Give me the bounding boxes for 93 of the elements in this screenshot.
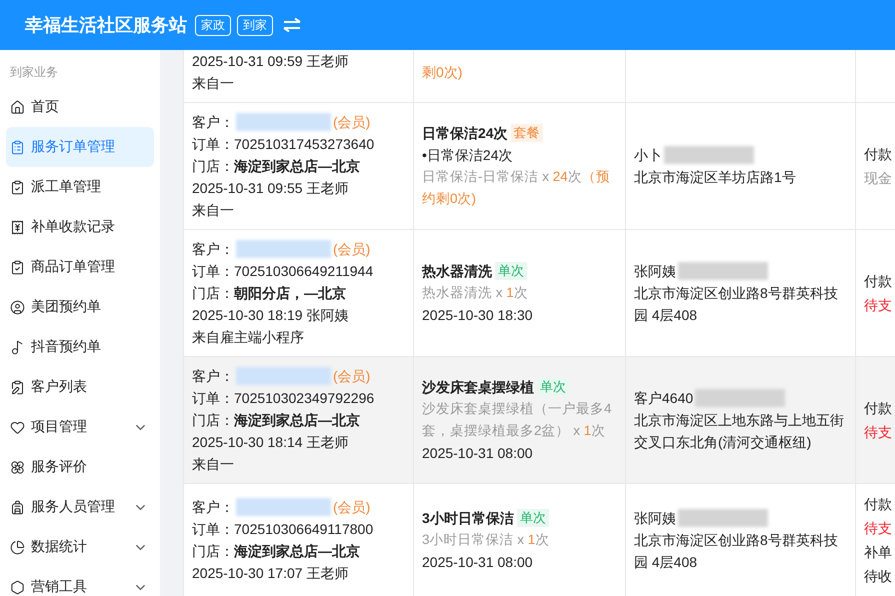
address: 北京市海淀区羊坊店路1号 xyxy=(634,168,797,187)
payment-status: 付款 xyxy=(864,272,893,291)
payment-status: 付款 xyxy=(864,495,893,514)
service-detail: 沙发床套桌摆绿植（一户最多4套，桌摆绿植最多2盆） x 1次 xyxy=(422,400,613,440)
clipboard-icon xyxy=(10,140,25,154)
member-label: (会员) xyxy=(333,113,370,132)
field-label: 客户： xyxy=(192,498,234,517)
created-time: 2025-10-30 18:19 张阿姨 xyxy=(192,306,348,325)
clipboard-check-icon xyxy=(10,260,25,274)
payment-status: 待收 xyxy=(864,567,893,586)
contact-name: 小卜 xyxy=(634,146,662,165)
backpack-icon xyxy=(10,500,25,514)
order-source: 来自雇主端小程序 xyxy=(192,328,304,347)
service-tag: 单次 xyxy=(537,378,569,396)
pie-chart-icon xyxy=(10,540,25,554)
sidebar-item[interactable]: 服务人员管理 xyxy=(6,487,154,527)
service-detail: 热水器清洗 x 1次 xyxy=(422,284,529,302)
service-tag: 单次 xyxy=(516,509,549,527)
payment-status: 付款 xyxy=(864,145,893,164)
member-label: (会员) xyxy=(333,367,370,386)
user-circle-icon xyxy=(10,300,25,314)
service-title: 3小时日常保洁 xyxy=(422,509,514,528)
service-time: 2025-10-31 08:00 xyxy=(422,553,534,572)
sidebar-item[interactable]: 服务评价 xyxy=(6,447,154,487)
member-label: (会员) xyxy=(333,498,370,517)
field-label: 门店： xyxy=(192,542,234,561)
sidebar-item[interactable]: 派工单管理 xyxy=(6,167,154,207)
field-label: 客户： xyxy=(192,113,234,132)
sidebar-item[interactable]: 项目管理 xyxy=(6,407,154,447)
created-time: 2025-10-30 17:07 王老师 xyxy=(192,564,348,583)
order-source: 来自一 xyxy=(192,74,234,93)
store-name: 朝阳分店，—北京 xyxy=(234,284,346,303)
service-title: 日常保洁24次 xyxy=(422,124,508,143)
sidebar-item[interactable]: 补单收款记录 xyxy=(6,207,154,247)
sidebar-item[interactable]: 商品订单管理 xyxy=(6,247,154,287)
sidebar-item[interactable]: 客户列表 xyxy=(6,367,154,407)
section-label: 到家业务 xyxy=(9,64,59,81)
remaining-count: 剩0次) xyxy=(422,63,464,82)
service-tag: 单次 xyxy=(495,262,527,280)
store-name: 海淀到家总店—北京 xyxy=(234,157,360,176)
store-name: 海淀到家总店—北京 xyxy=(234,411,360,430)
address: 北京市海淀区创业路8号群英科技园 4层408 xyxy=(634,284,839,325)
member-label: (会员) xyxy=(333,240,370,259)
payment-status: 待支 xyxy=(864,296,893,315)
field-label: 客户： xyxy=(192,367,234,386)
service-title: 沙发床套桌摆绿植 xyxy=(422,378,534,397)
order-number: 订单：702510306649211944 xyxy=(192,262,374,281)
order-source: 来自一 xyxy=(192,455,234,474)
service-detail: 3小时日常保洁 x 1次 xyxy=(422,531,550,549)
clipboard-pen-icon xyxy=(10,380,25,394)
music-note-icon xyxy=(10,340,25,354)
order-number: 订单：702510306649117800 xyxy=(192,520,374,539)
order-number: 订单：702510317453273640 xyxy=(192,135,374,154)
flower-icon xyxy=(10,460,25,474)
payment-status: 付款 xyxy=(864,399,893,418)
house-icon xyxy=(10,100,25,114)
service-time: 2025-10-30 18:30 xyxy=(422,306,534,325)
contact-name: 客户4640 xyxy=(634,389,694,408)
sidebar-item[interactable]: 数据统计 xyxy=(6,527,154,567)
heart-icon xyxy=(10,420,25,434)
receipt-yen-icon xyxy=(10,220,25,234)
sidebar-item[interactable]: 营销工具 xyxy=(6,567,154,596)
sidebar-item[interactable]: 抖音预约单 xyxy=(6,327,154,367)
payment-status: 现金 xyxy=(864,169,893,188)
payment-status: 待支 xyxy=(864,519,893,538)
payment-status: 补单 xyxy=(864,543,893,562)
order-source: 来自一 xyxy=(192,201,234,220)
created-time: 2025-10-31 09:55 王老师 xyxy=(192,179,348,198)
clipboard-check-icon xyxy=(10,180,25,194)
payment-status: 待支 xyxy=(864,423,893,442)
package-item: •日常保洁24次 xyxy=(422,146,514,165)
contact-name: 张阿姨 xyxy=(634,262,676,281)
service-tag: 套餐 xyxy=(510,124,543,142)
sidebar-item[interactable]: 美团预约单 xyxy=(6,287,154,327)
address: 北京市海淀区上地东路与上地五街交叉口东北角(清河交通枢纽) xyxy=(634,411,845,452)
created-time: 2025-10-31 09:59 王老师 xyxy=(192,52,348,71)
service-time: 2025-10-31 08:00 xyxy=(422,444,534,463)
field-label: 门店： xyxy=(192,284,234,303)
app-title: 幸福生活社区服务站 xyxy=(25,14,187,37)
order-number: 订单：702510302349792296 xyxy=(192,389,374,408)
field-label: 客户： xyxy=(192,240,234,259)
store-name: 海淀到家总店—北京 xyxy=(234,542,360,561)
swap-icon[interactable] xyxy=(283,18,301,32)
sidebar-item[interactable]: 首页 xyxy=(6,87,154,127)
field-label: 门店： xyxy=(192,411,234,430)
service-detail: 日常保洁-日常保洁 x 24次（预约剩0次) xyxy=(422,168,611,208)
hexagon-icon xyxy=(10,580,25,594)
service-title: 热水器清洗 xyxy=(422,262,492,281)
address: 北京市海淀区创业路8号群英科技园 4层408 xyxy=(634,531,839,572)
sidebar-item[interactable]: 服务订单管理 xyxy=(6,127,154,167)
contact-name: 张阿姨 xyxy=(634,509,676,528)
field-label: 门店： xyxy=(192,157,234,176)
created-time: 2025-10-30 18:14 王老师 xyxy=(192,433,348,452)
